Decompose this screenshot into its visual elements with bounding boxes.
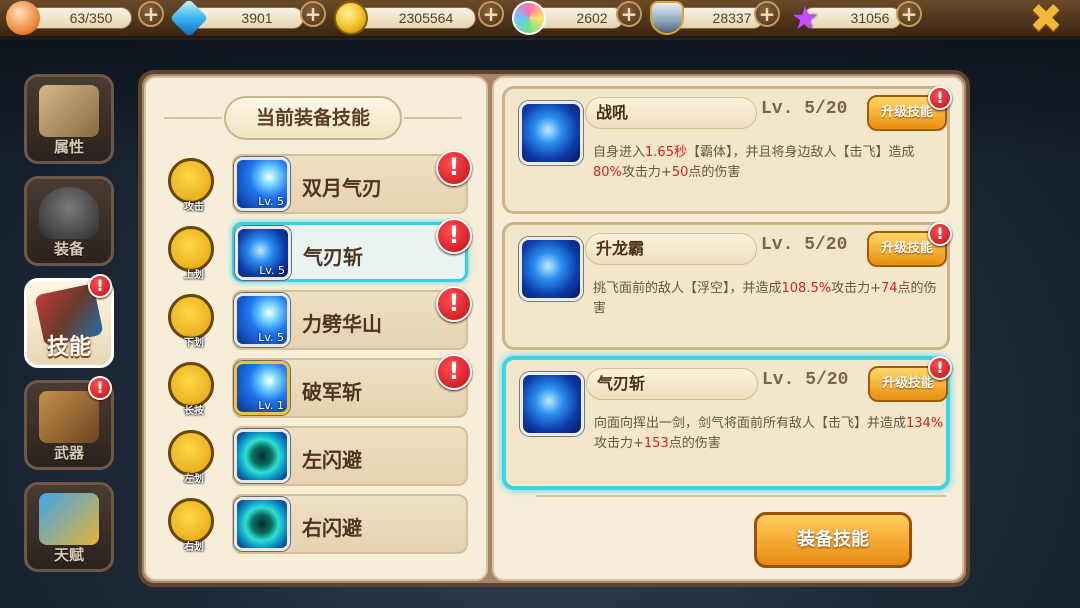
skill-name: 双月气刃 bbox=[302, 176, 382, 200]
add-stamina-button[interactable]: + bbox=[138, 1, 164, 27]
alert-badge: ! bbox=[436, 150, 472, 186]
skill-name: 破军斩 bbox=[302, 380, 362, 404]
talent-chart-icon bbox=[39, 493, 99, 545]
purple-star-icon: ★ bbox=[790, 0, 820, 37]
skill-name: 右闪避 bbox=[302, 516, 362, 540]
alert-badge: ! bbox=[436, 286, 472, 322]
candy-counter: 2602 bbox=[512, 1, 624, 35]
skill-icon bbox=[519, 237, 583, 301]
title-divider-left bbox=[164, 117, 222, 119]
gold-counter: 2305564 bbox=[334, 1, 476, 35]
stamina-icon bbox=[6, 1, 40, 35]
swipe-up-control-icon: 上划 bbox=[168, 226, 214, 281]
skill-icon bbox=[520, 372, 584, 436]
helmet-icon bbox=[39, 187, 99, 239]
gem-icon bbox=[169, 0, 209, 38]
gem-value: 3901 bbox=[241, 10, 273, 26]
equipped-skill-row[interactable]: 左闪避 bbox=[232, 426, 468, 486]
equipped-skill-row[interactable]: Lv. 1 破军斩 bbox=[232, 358, 468, 418]
equipped-skill-row[interactable]: Lv. 5 双月气刃 bbox=[232, 154, 468, 214]
long-press-control-icon: 长按 bbox=[168, 362, 214, 417]
bow-quiver-icon bbox=[39, 391, 99, 443]
skill-card-description: 自身进入1.65秒【霸体】，并且将身边敌人【击飞】造成80%攻击力+50点的伤害 bbox=[593, 145, 915, 180]
candy-icon bbox=[512, 1, 546, 35]
resource-bar: 63/350 + 3901 + 2305564 + 2602 + 28337 +… bbox=[0, 0, 1080, 39]
honor-counter: 28337 bbox=[650, 1, 764, 35]
nav-attributes[interactable]: 属性 bbox=[24, 74, 114, 164]
nav-equipment[interactable]: 装备 bbox=[24, 176, 114, 266]
dodge-icon bbox=[234, 429, 290, 483]
stamina-counter: 63/350 bbox=[6, 1, 132, 35]
nav-weapons-alert-badge: ! bbox=[88, 376, 112, 400]
alert-badge: ! bbox=[436, 354, 472, 390]
title-divider-right bbox=[404, 117, 462, 119]
skill-card[interactable]: 战吼 Lv. 5/20 升级技能 自身进入1.65秒【霸体】，并且将身边敌人【击… bbox=[502, 86, 950, 214]
skill-card-level: Lv. 5/20 bbox=[761, 235, 848, 255]
skill-icon: Lv. 1 bbox=[234, 361, 290, 415]
nav-talents[interactable]: 天赋 bbox=[24, 482, 114, 572]
add-gold-button[interactable]: + bbox=[478, 1, 504, 27]
skill-card-description: 挑飞面前的敌人【浮空】，并造成108.5%攻击力+74点的伤害 bbox=[593, 281, 937, 316]
equip-skill-button[interactable]: 装备技能 bbox=[754, 512, 912, 568]
add-honor-button[interactable]: + bbox=[754, 1, 780, 27]
skill-card[interactable]: 升龙霸 Lv. 5/20 升级技能 挑飞面前的敌人【浮空】，并造成108.5%攻… bbox=[502, 222, 950, 350]
skill-icon: Lv. 5 bbox=[234, 157, 290, 211]
upgrade-alert-badge: ! bbox=[928, 356, 952, 380]
skill-icon: Lv. 5 bbox=[234, 293, 290, 347]
attack-control-icon: 攻击 bbox=[168, 158, 214, 213]
honor-badge-icon bbox=[650, 1, 684, 35]
dodge-icon bbox=[234, 497, 290, 551]
upgrade-alert-badge: ! bbox=[928, 222, 952, 246]
swipe-down-control-icon: 下划 bbox=[168, 294, 214, 349]
equipped-skill-row[interactable]: 右闪避 bbox=[232, 494, 468, 554]
equipped-skill-row[interactable]: Lv. 5 力劈华山 bbox=[232, 290, 468, 350]
add-candy-button[interactable]: + bbox=[616, 1, 642, 27]
nav-skills-alert-badge: ! bbox=[88, 274, 112, 298]
star-counter: ★ 31056 bbox=[788, 1, 902, 35]
panel-title: 当前装备技能 bbox=[224, 96, 402, 140]
gem-counter: 3901 bbox=[169, 0, 304, 38]
panel-divider bbox=[536, 495, 946, 497]
skill-icon bbox=[519, 101, 583, 165]
skill-icon: Lv. 5 bbox=[235, 226, 291, 280]
skill-card-name: 战吼 bbox=[585, 97, 757, 129]
skill-name: 力劈华山 bbox=[302, 312, 382, 336]
close-icon[interactable]: ✖ bbox=[1026, 0, 1066, 39]
skill-card-description: 向面向挥出一剑，剑气将面前所有敌人【击飞】并造成134%攻击力+153点的伤害 bbox=[594, 416, 944, 451]
skill-card-level: Lv. 5/20 bbox=[761, 99, 848, 119]
upgrade-alert-badge: ! bbox=[928, 86, 952, 110]
gold-coin-icon bbox=[334, 1, 368, 35]
gold-value: 2305564 bbox=[398, 10, 454, 26]
skill-card-level: Lv. 5/20 bbox=[762, 370, 849, 390]
alert-badge: ! bbox=[436, 218, 472, 254]
scroll-icon bbox=[39, 85, 99, 137]
skill-card-selected[interactable]: 气刃斩 Lv. 5/20 升级技能 向面向挥出一剑，剑气将面前所有敌人【击飞】并… bbox=[502, 356, 950, 490]
swipe-left-control-icon: 左划 bbox=[168, 430, 214, 485]
skill-name: 气刃斩 bbox=[303, 245, 363, 269]
skill-card-name: 气刃斩 bbox=[586, 368, 758, 400]
equipped-skill-row-selected[interactable]: Lv. 5 气刃斩 bbox=[232, 222, 468, 282]
skill-name: 左闪避 bbox=[302, 448, 362, 472]
stamina-value: 63/350 bbox=[69, 10, 113, 26]
add-gems-button[interactable]: + bbox=[300, 1, 326, 27]
skill-card-name: 升龙霸 bbox=[585, 233, 757, 265]
add-stars-button[interactable]: + bbox=[896, 1, 922, 27]
swipe-right-control-icon: 右划 bbox=[168, 498, 214, 553]
